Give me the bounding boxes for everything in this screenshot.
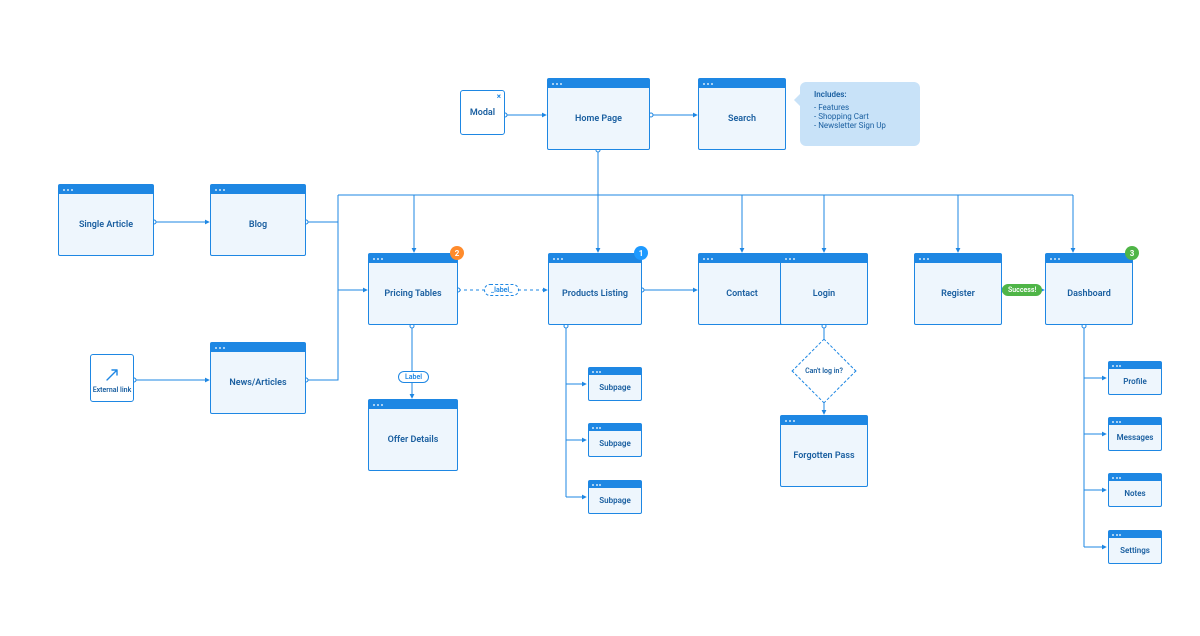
node-contact[interactable]: Contact — [698, 253, 786, 325]
window-dots-icon — [1109, 362, 1161, 369]
window-dots-icon — [699, 79, 785, 88]
node-label: Subpage — [589, 375, 641, 400]
node-label: Contact — [699, 263, 785, 324]
node-subpage-3[interactable]: Subpage — [588, 480, 642, 514]
node-home-page[interactable]: Home Page — [547, 78, 650, 150]
window-dots-icon — [589, 368, 641, 375]
node-label: Modal — [470, 108, 495, 118]
node-label: Login — [781, 263, 867, 324]
node-decision-cant-login[interactable]: Can't log in? — [801, 348, 847, 394]
node-label: Pricing Tables — [369, 263, 457, 324]
window-dots-icon — [59, 185, 153, 194]
node-label: Can't log in? — [791, 348, 857, 394]
callout-title: Includes: — [814, 90, 910, 99]
node-news-articles[interactable]: News/Articles — [210, 342, 306, 414]
node-forgotten-pass[interactable]: Forgotten Pass — [780, 415, 868, 487]
node-label: Home Page — [548, 88, 649, 149]
node-label: Single Article — [59, 194, 153, 255]
node-login[interactable]: Login — [780, 253, 868, 325]
window-dots-icon — [549, 254, 641, 263]
window-dots-icon — [1109, 474, 1161, 481]
sitemap-canvas[interactable]: Home Page Search Modal Includes: - Featu… — [0, 0, 1200, 636]
node-subpage-2[interactable]: Subpage — [588, 423, 642, 457]
node-offer-details[interactable]: Offer Details — [368, 399, 458, 471]
window-dots-icon — [699, 254, 785, 263]
node-label: Offer Details — [369, 409, 457, 470]
node-label: Subpage — [589, 431, 641, 456]
node-search[interactable]: Search — [698, 78, 786, 150]
node-products-listing[interactable]: Products Listing — [548, 253, 642, 325]
node-label: Dashboard — [1046, 263, 1132, 324]
badge-pricing[interactable]: 2 — [450, 246, 464, 260]
badge-products[interactable]: 1 — [634, 246, 648, 260]
node-label: Search — [699, 88, 785, 149]
node-label: Notes — [1109, 481, 1161, 506]
callout-item: - Shopping Cart — [814, 112, 910, 121]
window-dots-icon — [211, 343, 305, 352]
node-profile[interactable]: Profile — [1108, 361, 1162, 395]
node-label: News/Articles — [211, 352, 305, 413]
node-label: Register — [915, 263, 1001, 324]
node-label: Forgotten Pass — [781, 425, 867, 486]
edge-label-pill[interactable]: Label — [398, 371, 429, 383]
window-dots-icon — [781, 416, 867, 425]
window-dots-icon — [589, 424, 641, 431]
node-settings[interactable]: Settings — [1108, 530, 1162, 564]
external-arrow-icon — [103, 366, 121, 384]
node-single-article[interactable]: Single Article — [58, 184, 154, 256]
node-modal[interactable]: Modal — [460, 90, 505, 135]
callout-item: - Newsletter Sign Up — [814, 121, 910, 130]
window-dots-icon — [369, 400, 457, 409]
window-dots-icon — [1046, 254, 1132, 263]
node-label: Profile — [1109, 369, 1161, 394]
window-dots-icon — [1109, 418, 1161, 425]
edge-label-dashed[interactable]: _label_ — [484, 284, 519, 296]
node-label: Subpage — [589, 488, 641, 513]
window-dots-icon — [211, 185, 305, 194]
window-dots-icon — [915, 254, 1001, 263]
window-dots-icon — [369, 254, 457, 263]
window-dots-icon — [781, 254, 867, 263]
node-blog[interactable]: Blog — [210, 184, 306, 256]
node-label: Messages — [1109, 425, 1161, 450]
edge-label-success[interactable]: Success! — [1002, 284, 1042, 296]
node-label: External link — [93, 386, 132, 394]
window-dots-icon — [1109, 531, 1161, 538]
node-external-link[interactable]: External link — [90, 354, 134, 402]
window-dots-icon — [548, 79, 649, 88]
node-messages[interactable]: Messages — [1108, 417, 1162, 451]
node-label: Blog — [211, 194, 305, 255]
window-dots-icon — [589, 481, 641, 488]
callout-includes[interactable]: Includes: - Features - Shopping Cart - N… — [800, 82, 920, 146]
node-notes[interactable]: Notes — [1108, 473, 1162, 507]
badge-dashboard[interactable]: 3 — [1125, 246, 1139, 260]
node-register[interactable]: Register — [914, 253, 1002, 325]
node-pricing-tables[interactable]: Pricing Tables — [368, 253, 458, 325]
node-dashboard[interactable]: Dashboard — [1045, 253, 1133, 325]
node-label: Products Listing — [549, 263, 641, 324]
node-label: Settings — [1109, 538, 1161, 563]
node-subpage-1[interactable]: Subpage — [588, 367, 642, 401]
callout-item: - Features — [814, 103, 910, 112]
